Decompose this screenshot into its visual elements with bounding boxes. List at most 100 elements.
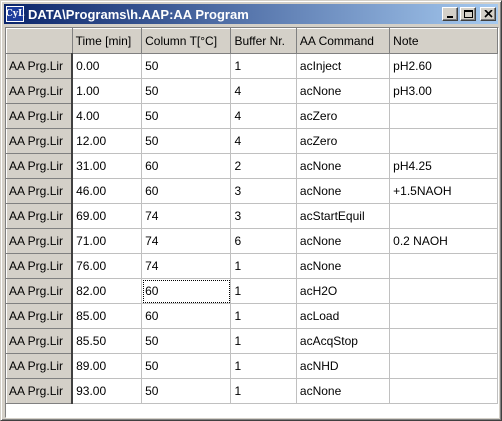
row-header[interactable]: AA Prg.Lir <box>6 378 74 404</box>
buffer-cell[interactable]: 1 <box>230 303 297 329</box>
buffer-column-header[interactable]: Buffer Nr. <box>230 28 297 54</box>
row-header[interactable]: AA Prg.Lir <box>6 278 74 304</box>
time-cell[interactable]: 0.00 <box>72 53 143 79</box>
time-cell[interactable]: 69.00 <box>72 203 143 229</box>
command-column-header[interactable]: AA Command <box>295 28 391 54</box>
column-temp-cell[interactable]: 50 <box>141 353 232 379</box>
command-cell[interactable]: acStartEquil <box>296 203 391 229</box>
command-cell[interactable]: acNone <box>296 378 391 404</box>
command-cell[interactable]: acNone <box>296 228 391 254</box>
row-header[interactable]: AA Prg.Lir <box>6 253 74 279</box>
row-header[interactable]: AA Prg.Lir <box>6 153 74 179</box>
note-cell[interactable] <box>389 128 498 154</box>
row-header[interactable]: AA Prg.Lir <box>6 328 74 354</box>
note-cell[interactable]: pH2.60 <box>389 53 498 79</box>
command-cell[interactable]: acNone <box>296 78 391 104</box>
row-header[interactable]: AA Prg.Lir <box>6 103 74 129</box>
time-cell[interactable]: 76.00 <box>72 253 143 279</box>
row-header[interactable]: AA Prg.Lir <box>6 178 74 204</box>
close-button[interactable] <box>480 7 496 21</box>
buffer-cell[interactable]: 1 <box>230 328 297 354</box>
table-row: AA Prg.Lir 4.00 50 4 acZero <box>6 103 498 129</box>
time-cell[interactable]: 46.00 <box>72 178 143 204</box>
maximize-icon <box>464 10 473 18</box>
buffer-cell[interactable]: 3 <box>230 203 297 229</box>
command-cell[interactable]: acInject <box>296 53 391 79</box>
column-temp-cell[interactable]: 50 <box>141 328 232 354</box>
column-temp-cell[interactable]: 50 <box>141 378 232 404</box>
row-header[interactable]: AA Prg.Lir <box>6 353 74 379</box>
row-header[interactable]: AA Prg.Lir <box>6 53 74 79</box>
note-cell[interactable] <box>389 103 498 129</box>
time-cell[interactable]: 85.50 <box>72 328 143 354</box>
column-temp-cell[interactable]: 60 <box>141 303 232 329</box>
corner-header[interactable] <box>6 28 73 54</box>
time-cell[interactable]: 85.00 <box>72 303 143 329</box>
column-temp-cell[interactable]: 50 <box>141 53 232 79</box>
time-cell[interactable]: 4.00 <box>72 103 143 129</box>
column-temp-cell[interactable]: 50 <box>141 128 232 154</box>
column-temp-cell[interactable]: 74 <box>141 228 232 254</box>
buffer-cell[interactable]: 6 <box>230 228 297 254</box>
buffer-cell[interactable]: 1 <box>230 253 297 279</box>
buffer-cell[interactable]: 4 <box>230 128 297 154</box>
column-temp-header[interactable]: Column T[°C] <box>141 28 232 54</box>
row-header[interactable]: AA Prg.Lir <box>6 303 74 329</box>
command-cell[interactable]: acNone <box>296 153 391 179</box>
row-header[interactable]: AA Prg.Lir <box>6 128 74 154</box>
time-cell[interactable]: 89.00 <box>72 353 143 379</box>
buffer-cell[interactable]: 4 <box>230 78 297 104</box>
minimize-button[interactable] <box>442 7 458 21</box>
row-header[interactable]: AA Prg.Lir <box>6 203 74 229</box>
note-cell[interactable] <box>389 328 498 354</box>
buffer-cell[interactable]: 3 <box>230 178 297 204</box>
buffer-cell[interactable]: 1 <box>230 53 297 79</box>
column-temp-cell[interactable]: 50 <box>141 103 232 129</box>
buffer-cell[interactable]: 1 <box>230 278 297 304</box>
time-cell[interactable]: 12.00 <box>72 128 143 154</box>
time-cell[interactable]: 93.00 <box>72 378 143 404</box>
time-cell[interactable]: 31.00 <box>72 153 143 179</box>
time-cell[interactable]: 1.00 <box>72 78 143 104</box>
command-cell[interactable]: acZero <box>296 128 391 154</box>
column-temp-cell[interactable]: 50 <box>141 78 232 104</box>
command-cell[interactable]: acAcqStop <box>296 328 391 354</box>
note-cell[interactable]: +1.5NAOH <box>389 178 498 204</box>
row-header[interactable]: AA Prg.Lir <box>6 78 74 104</box>
table-row: AA Prg.Lir 89.00 50 1 acNHD <box>6 353 498 379</box>
command-cell[interactable]: acH2O <box>296 278 391 304</box>
command-cell[interactable]: acNone <box>296 178 391 204</box>
command-cell[interactable]: acZero <box>296 103 391 129</box>
command-cell[interactable]: acNone <box>296 253 391 279</box>
time-cell[interactable]: 71.00 <box>72 228 143 254</box>
note-cell[interactable] <box>389 203 498 229</box>
app-logo-icon[interactable]: CyL <box>6 6 24 22</box>
column-temp-cell[interactable]: 74 <box>141 203 232 229</box>
program-grid[interactable]: Time [min] Column T[°C] Buffer Nr. AA Co… <box>5 27 499 418</box>
command-cell[interactable]: acLoad <box>296 303 391 329</box>
maximize-button[interactable] <box>460 7 476 21</box>
buffer-cell[interactable]: 4 <box>230 103 297 129</box>
buffer-cell[interactable]: 1 <box>230 378 297 404</box>
row-header[interactable]: AA Prg.Lir <box>6 228 74 254</box>
note-cell[interactable]: pH3.00 <box>389 78 498 104</box>
note-cell[interactable] <box>389 253 498 279</box>
column-temp-cell[interactable]: 60 <box>141 178 232 204</box>
title-bar[interactable]: CyL DATA\Programs\h.AAP:AA Program <box>4 4 498 24</box>
buffer-cell[interactable]: 2 <box>230 153 297 179</box>
column-temp-cell[interactable]: 60 <box>141 153 232 179</box>
table-row: AA Prg.Lir 93.00 50 1 acNone <box>6 378 498 404</box>
column-temp-cell[interactable]: 74 <box>141 253 232 279</box>
note-cell[interactable] <box>389 303 498 329</box>
command-cell[interactable]: acNHD <box>296 353 391 379</box>
time-cell[interactable]: 82.00 <box>72 278 143 304</box>
column-temp-cell[interactable]: 60 <box>141 278 232 304</box>
note-cell[interactable]: pH4.25 <box>389 153 498 179</box>
note-cell[interactable]: 0.2 NAOH <box>389 228 498 254</box>
note-column-header[interactable]: Note <box>389 28 498 54</box>
note-cell[interactable] <box>389 278 498 304</box>
note-cell[interactable] <box>389 353 498 379</box>
time-column-header[interactable]: Time [min] <box>71 28 143 54</box>
buffer-cell[interactable]: 1 <box>230 353 297 379</box>
note-cell[interactable] <box>389 378 498 404</box>
